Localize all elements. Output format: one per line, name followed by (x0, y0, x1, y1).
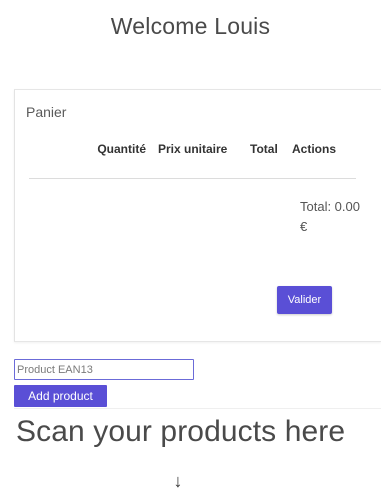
arrow-down-icon: ↓ (173, 471, 183, 491)
column-header-actions: Actions (292, 142, 356, 179)
column-header-total: Total (250, 142, 292, 179)
scan-instruction: Scan your products here (16, 415, 346, 448)
cart-card: Panier Quantité Prix unitaire Total Acti… (14, 89, 381, 342)
ean-input[interactable] (14, 359, 194, 380)
column-header-empty (29, 142, 66, 179)
cart-title: Panier (26, 104, 67, 120)
cart-header-row: Quantité Prix unitaire Total Actions (29, 142, 356, 179)
divider (14, 408, 381, 409)
add-product-button[interactable]: Add product (14, 385, 107, 407)
column-header-quantity: Quantité (66, 142, 158, 179)
validate-button[interactable]: Valider (277, 286, 332, 314)
column-header-unit-price: Prix unitaire (158, 142, 250, 179)
cart-total: Total: 0.00 € (300, 199, 360, 234)
page: Welcome Louis Panier Quantité Prix unita… (0, 0, 381, 501)
welcome-title: Welcome Louis (110, 13, 271, 39)
cart-table: Quantité Prix unitaire Total Actions (29, 142, 356, 179)
